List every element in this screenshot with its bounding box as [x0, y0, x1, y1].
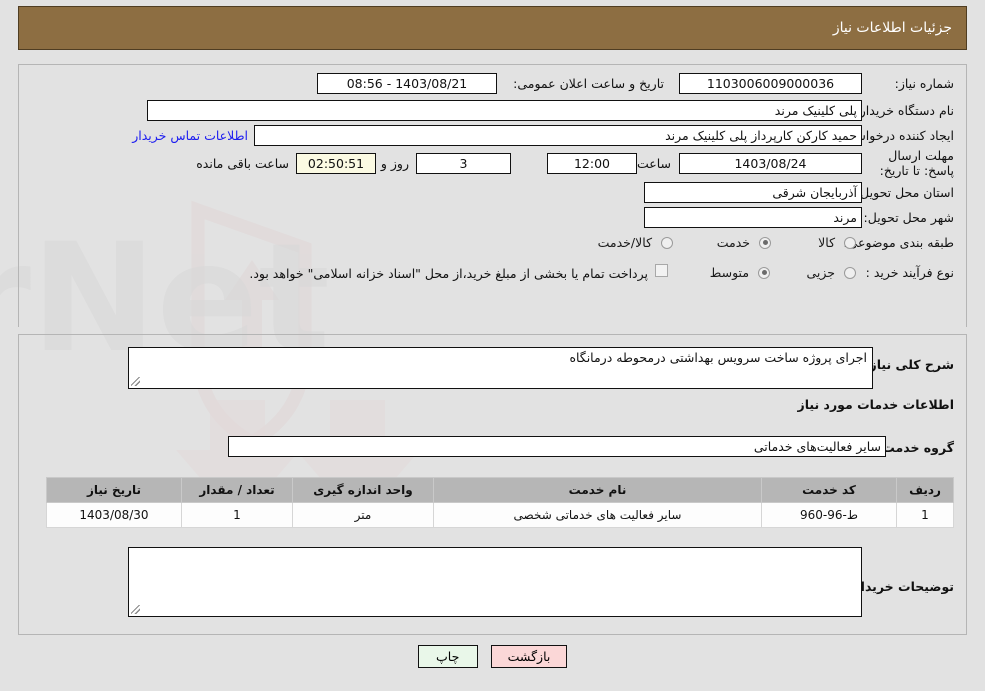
radio-circle-icon	[661, 236, 673, 249]
cell-row: 1	[896, 502, 954, 528]
deadline-date-value: 1403/08/24	[679, 153, 862, 174]
cell-qty: 1	[181, 502, 293, 528]
service-group-value: سایر فعالیت‌های خدماتی	[228, 436, 886, 457]
buyer-notes-label: توضیحات خریدار:	[848, 579, 954, 594]
col-code: کد خدمت	[761, 477, 897, 503]
col-qty: تعداد / مقدار	[181, 477, 293, 503]
remaining-days-label: روز و	[380, 156, 409, 171]
subject-category-label: طبقه بندی موضوعی:	[843, 235, 954, 250]
radio-process-jozei[interactable]: جزیی	[806, 264, 856, 280]
service-group-label: گروه خدمت:	[877, 440, 954, 455]
deadline-hour-label: ساعت	[636, 156, 671, 171]
need-details-panel: شرح کلی نیاز: اجرای پروژه ساخت سرویس بهد…	[18, 334, 967, 634]
services-section-title: اطلاعات خدمات مورد نیاز	[797, 397, 955, 412]
print-button[interactable]: چاپ	[417, 645, 478, 668]
table-row: 1 ط-96-960 سایر فعالیت های خدماتی شخصی م…	[46, 502, 954, 528]
treasury-bond-note: پرداخت تمام یا بخشی از مبلغ خرید،از محل …	[249, 266, 648, 281]
deadline-time-value: 12:00	[547, 153, 637, 174]
footer-button-row: بازگشت چاپ	[0, 645, 985, 668]
page-title: جزئیات اطلاعات نیاز	[832, 20, 952, 36]
radio-category-khedmat[interactable]: خدمت	[717, 234, 771, 250]
buyer-contact-link[interactable]: اطلاعات تماس خریدار	[132, 128, 248, 143]
request-creator-value: حمید کارکن کارپرداز پلی کلینیک مرند	[254, 125, 862, 146]
radio-category-kala-khedmat[interactable]: کالا/خدمت	[598, 234, 673, 250]
footer-divider	[18, 634, 967, 635]
general-desc-label: شرح کلی نیاز:	[864, 357, 954, 372]
radio-label: جزیی	[806, 265, 836, 280]
announce-datetime-label: تاریخ و ساعت اعلان عمومی:	[513, 76, 664, 91]
need-number-label: شماره نیاز:	[894, 76, 954, 91]
cell-name: سایر فعالیت های خدماتی شخصی	[433, 502, 762, 528]
announce-datetime-value: 1403/08/21 - 08:56	[317, 73, 497, 94]
radio-label: متوسط	[709, 265, 750, 280]
radio-circle-icon	[844, 266, 856, 279]
table-header-row: ردیف کد خدمت نام خدمت واحد اندازه گیری ت…	[46, 477, 954, 503]
remaining-time-label: ساعت باقی مانده	[196, 156, 289, 171]
cell-date: 1403/08/30	[46, 502, 182, 528]
radio-category-kala[interactable]: کالا	[818, 234, 856, 250]
remaining-time-value: 02:50:51	[296, 153, 376, 174]
radio-label: خدمت	[716, 235, 751, 250]
need-info-panel: شماره نیاز: 1103006009000036 تاریخ و ساع…	[18, 64, 967, 327]
col-unit: واحد اندازه گیری	[292, 477, 434, 503]
checkbox-box-icon	[655, 264, 668, 277]
delivery-city-label: شهر محل تحویل:	[863, 210, 954, 225]
radio-process-motavaset[interactable]: متوسط	[710, 264, 770, 280]
col-row: ردیف	[896, 477, 954, 503]
col-date: تاریخ نیاز	[46, 477, 182, 503]
purchase-process-label: نوع فرآیند خرید :	[865, 265, 954, 280]
page-root: جزئیات اطلاعات نیاز شماره نیاز: 11030060…	[0, 0, 985, 691]
radio-label: کالا/خدمت	[597, 235, 653, 250]
response-deadline-label: مهلت ارسال پاسخ: تا تاریخ:	[879, 148, 954, 178]
buyer-org-value: پلی کلینیک مرند	[147, 100, 862, 121]
services-table: ردیف کد خدمت نام خدمت واحد اندازه گیری ت…	[46, 477, 954, 528]
delivery-province-value: آذربایجان شرقی	[644, 182, 862, 203]
delivery-city-value: مرند	[644, 207, 862, 228]
buyer-org-label: نام دستگاه خریدار:	[855, 103, 954, 118]
radio-circle-icon	[758, 266, 770, 279]
delivery-province-label: استان محل تحویل:	[855, 185, 954, 200]
radio-circle-icon	[759, 236, 771, 249]
cell-code: ط-96-960	[761, 502, 897, 528]
col-name: نام خدمت	[433, 477, 762, 503]
cell-unit: متر	[292, 502, 434, 528]
back-button[interactable]: بازگشت	[490, 645, 568, 668]
remaining-days-value: 3	[416, 153, 511, 174]
radio-label: کالا	[818, 235, 836, 250]
buyer-notes-textarea[interactable]	[128, 547, 862, 617]
general-desc-textarea[interactable]: اجرای پروژه ساخت سرویس بهداشتی درمحوطه د…	[128, 347, 873, 389]
treasury-bond-checkbox[interactable]	[655, 263, 668, 277]
need-number-value: 1103006009000036	[679, 73, 862, 94]
page-header-bar: جزئیات اطلاعات نیاز	[18, 6, 967, 50]
radio-circle-icon	[844, 236, 856, 249]
